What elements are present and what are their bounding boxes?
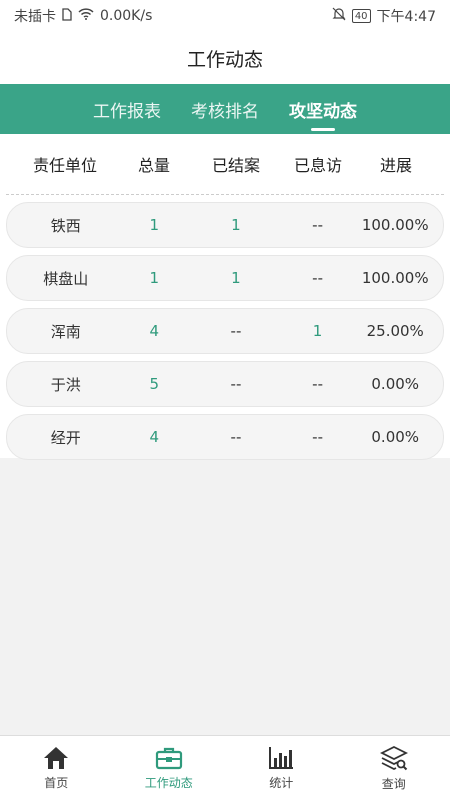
nav-query[interactable]: 查询 <box>338 736 450 800</box>
clock: 下午4:47 <box>376 9 436 25</box>
cell-unit: 于洪 <box>50 375 81 394</box>
cell-closed: -- <box>230 375 242 393</box>
cell-unit: 铁西 <box>50 216 81 235</box>
cell-progress: 0.00% <box>371 428 420 446</box>
cell-total[interactable]: 4 <box>124 428 184 446</box>
status-bar: 未插卡 0.00K/s 40 下午4:47 <box>0 0 450 32</box>
sim-icon <box>62 7 72 25</box>
column-header-progress: 进展 <box>379 156 412 175</box>
tab-tackling-dynamics[interactable]: 攻坚动态 <box>289 84 357 134</box>
layers-search-icon <box>379 745 408 771</box>
tab-label: 考核排名 <box>191 101 259 122</box>
table-row[interactable]: 棋盘山 1 1 -- 100.00% <box>6 255 444 301</box>
carrier-text: 未插卡 <box>14 9 56 25</box>
column-header-closed: 已结案 <box>211 156 260 175</box>
tab-work-report[interactable]: 工作报表 <box>93 84 161 134</box>
cell-resolved: -- <box>312 428 323 446</box>
bottom-nav: 首页 工作动态 统计 查询 <box>0 735 450 800</box>
bar-chart-icon <box>268 746 294 770</box>
cell-progress: 0.00% <box>371 375 420 393</box>
nav-label: 统计 <box>269 775 294 790</box>
cell-resolved[interactable]: 1 <box>288 322 348 340</box>
cell-resolved: -- <box>312 375 323 393</box>
page-title-bar: 工作动态 <box>0 32 450 84</box>
cell-progress: 25.00% <box>366 322 424 340</box>
tab-label: 工作报表 <box>93 101 161 122</box>
page-title: 工作动态 <box>186 48 263 71</box>
nav-label: 工作动态 <box>144 775 193 790</box>
nav-label: 查询 <box>381 776 406 791</box>
mute-bell-icon <box>332 7 346 25</box>
cell-closed: -- <box>230 322 242 340</box>
column-header-unit: 责任单位 <box>32 156 97 175</box>
cell-closed[interactable]: 1 <box>184 216 288 234</box>
table-row[interactable]: 浑南 4 -- 1 25.00% <box>6 308 444 354</box>
home-icon <box>43 746 69 770</box>
table-header: 责任单位 总量 已结案 已息访 进展 <box>6 134 444 195</box>
battery-icon: 40 <box>351 9 371 23</box>
cell-total[interactable]: 5 <box>124 375 184 393</box>
tab-assessment-ranking[interactable]: 考核排名 <box>191 84 259 134</box>
cell-unit: 经开 <box>50 428 81 447</box>
nav-work-dynamics[interactable]: 工作动态 <box>113 736 226 800</box>
table-row[interactable]: 经开 4 -- -- 0.00% <box>6 414 444 460</box>
battery-level: 40 <box>354 10 368 22</box>
network-speed: 0.00K/s <box>100 8 153 24</box>
cell-progress: 100.00% <box>361 269 429 287</box>
cell-unit: 浑南 <box>50 322 81 341</box>
status-right: 40 下午4:47 <box>332 6 436 26</box>
tab-bar: 工作报表 考核排名 攻坚动态 <box>0 84 450 134</box>
nav-statistics[interactable]: 统计 <box>225 736 338 800</box>
wifi-icon <box>78 8 94 24</box>
status-left: 未插卡 0.00K/s <box>14 6 152 26</box>
briefcase-icon <box>155 746 183 770</box>
column-header-total: 总量 <box>137 156 170 175</box>
tab-label: 攻坚动态 <box>289 101 357 122</box>
table-row[interactable]: 铁西 1 1 -- 100.00% <box>6 202 444 248</box>
column-header-resolved: 已息访 <box>293 156 342 175</box>
nav-label: 首页 <box>44 775 69 790</box>
nav-home[interactable]: 首页 <box>0 736 113 800</box>
cell-unit: 棋盘山 <box>43 269 89 288</box>
table-panel: 责任单位 总量 已结案 已息访 进展 铁西 1 1 -- 100.00% 棋盘山… <box>0 134 450 460</box>
cell-resolved: -- <box>312 269 323 287</box>
table-row[interactable]: 于洪 5 -- -- 0.00% <box>6 361 444 407</box>
cell-closed: -- <box>230 428 242 446</box>
cell-closed[interactable]: 1 <box>184 269 288 287</box>
cell-resolved: -- <box>312 216 323 234</box>
cell-total[interactable]: 1 <box>124 269 184 287</box>
cell-total[interactable]: 4 <box>124 322 184 340</box>
cell-progress: 100.00% <box>361 216 429 234</box>
cell-total[interactable]: 1 <box>124 216 184 234</box>
